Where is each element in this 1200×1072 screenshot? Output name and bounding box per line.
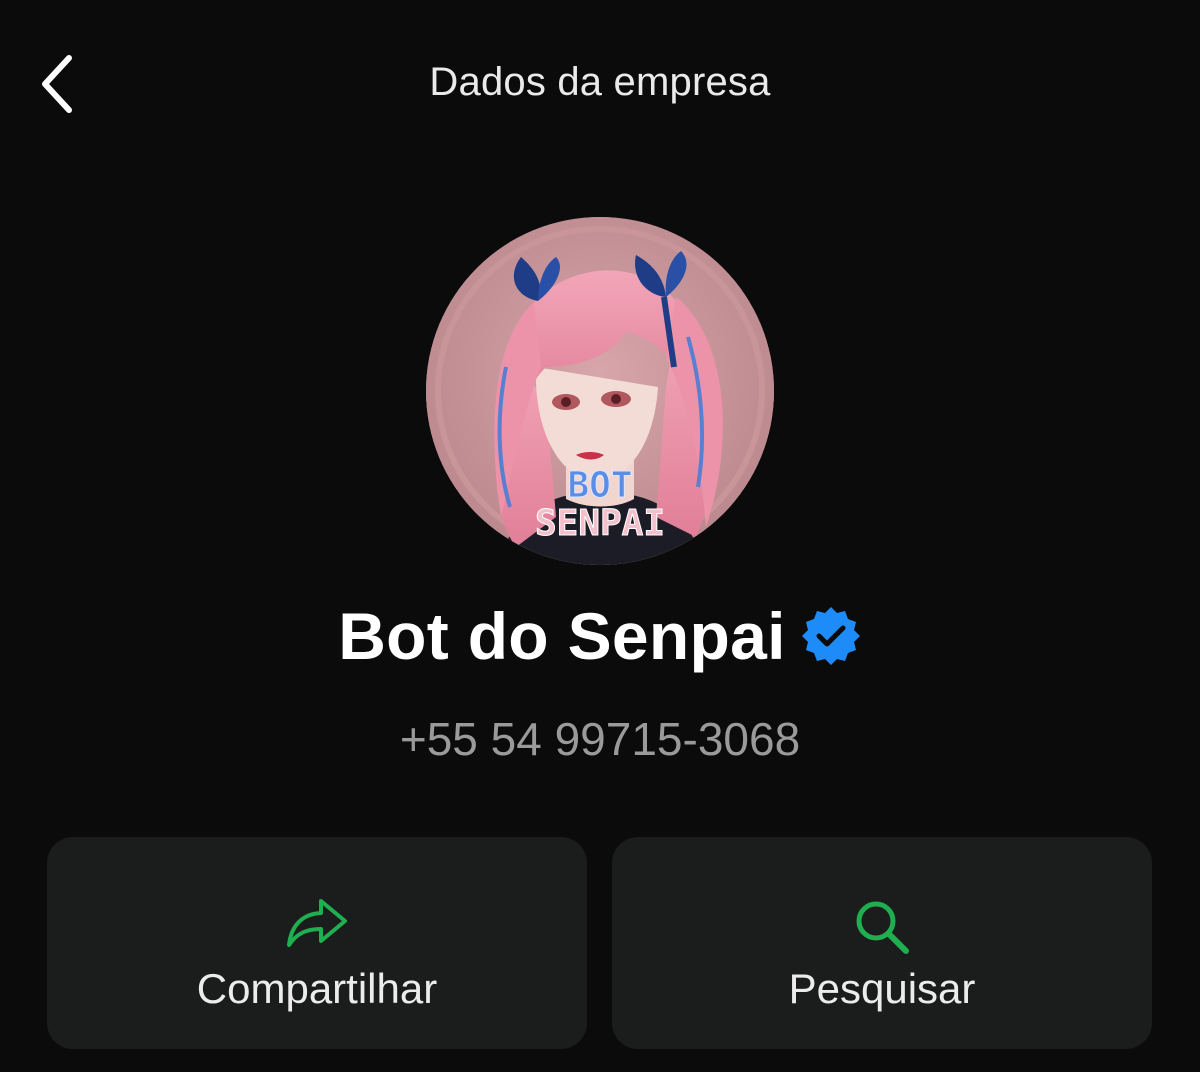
verified-badge-icon [801, 607, 860, 665]
header: Dados da empresa [0, 0, 1200, 170]
profile-name: Bot do Senpai [338, 599, 786, 673]
avatar-logo-line1: BOT [567, 465, 632, 506]
share-button[interactable]: Compartilhar [47, 837, 587, 1049]
avatar[interactable]: BOT SENPAI [426, 217, 774, 565]
avatar-logo-line2: SENPAI [535, 503, 665, 544]
share-icon [287, 899, 347, 947]
page-title: Dados da empresa [429, 60, 771, 104]
phone-number: +55 54 99715-3068 [399, 713, 801, 765]
search-icon [856, 901, 909, 954]
share-label: Compartilhar [196, 965, 438, 1012]
avatar-image: BOT SENPAI [426, 217, 774, 565]
profile-name-row: Bot do Senpai [0, 596, 1200, 676]
search-button[interactable]: Pesquisar [612, 837, 1152, 1049]
search-label: Pesquisar [788, 965, 976, 1012]
